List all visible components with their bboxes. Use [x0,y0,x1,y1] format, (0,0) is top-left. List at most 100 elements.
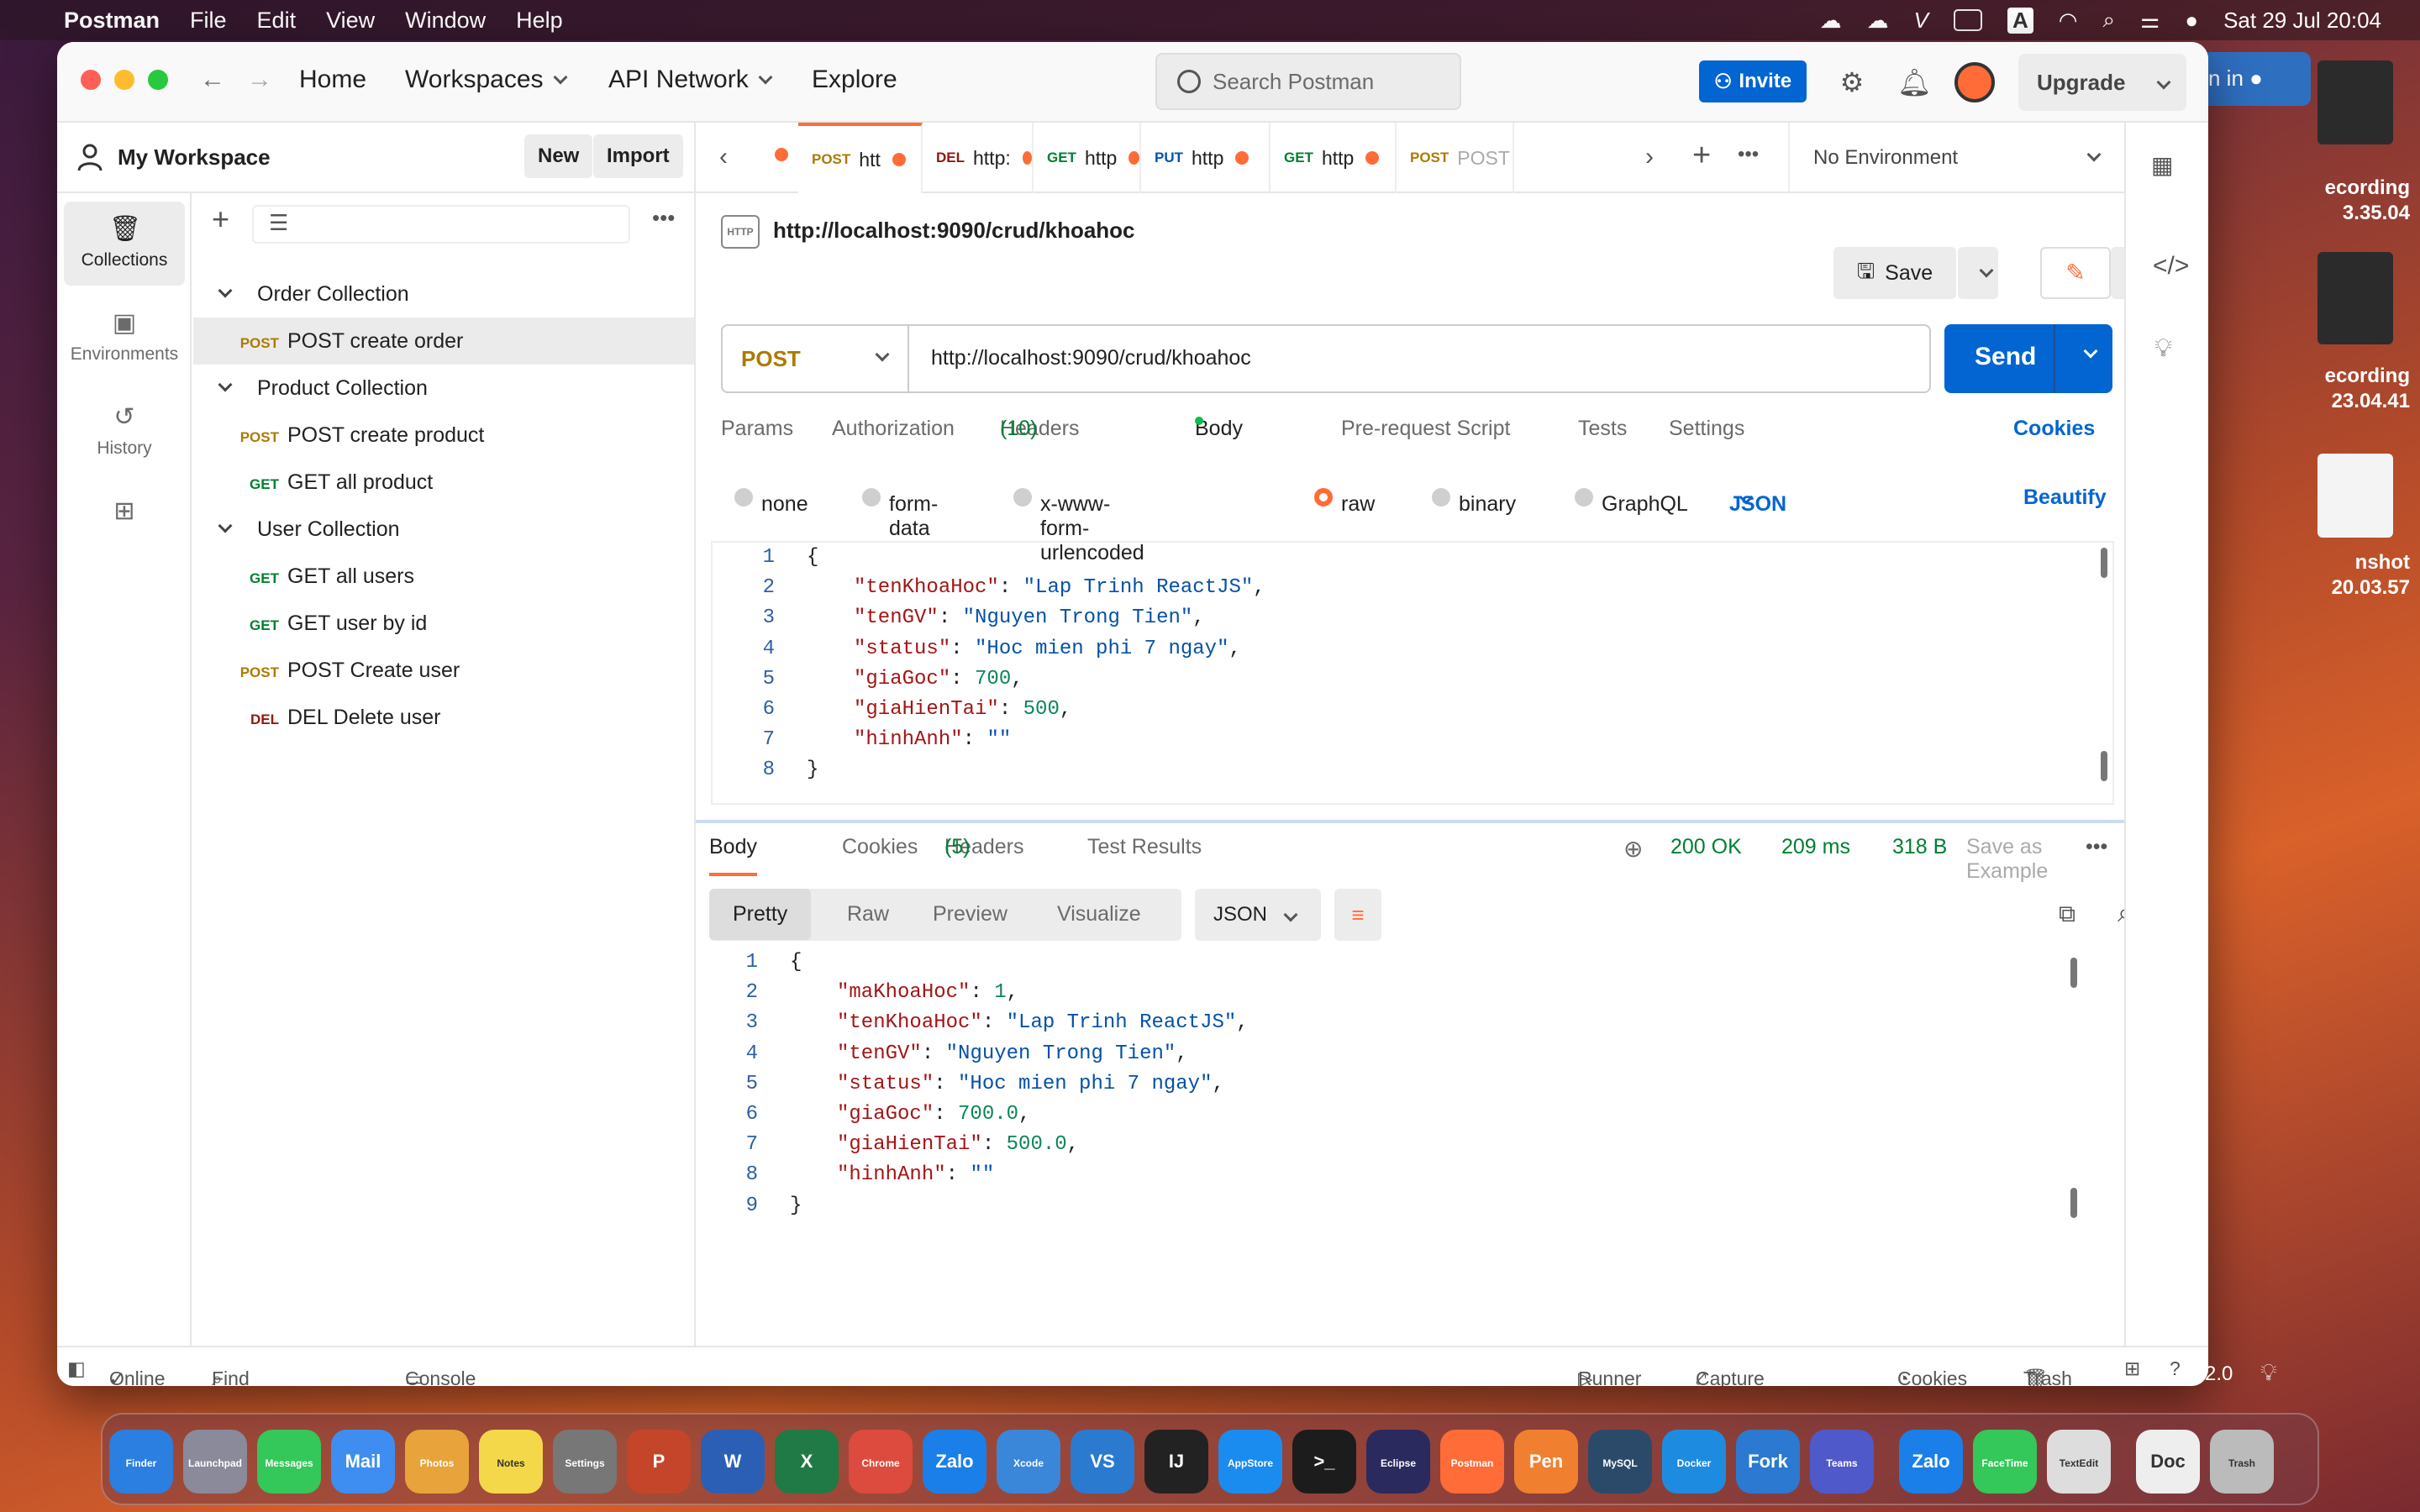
dock-app-icon[interactable]: VS [1071,1430,1134,1494]
more-options-icon[interactable]: ••• [2086,835,2107,859]
forward-arrow-icon[interactable]: → [247,66,272,94]
response-size[interactable]: 318 B [1892,835,1947,859]
upgrade-button[interactable]: Upgrade [2018,54,2186,111]
rail-more-apps[interactable]: ⊞ [64,484,185,543]
invite-button[interactable]: ⚇ Invite [1699,60,1807,102]
pane-divider[interactable] [696,820,2124,823]
dock-app-icon[interactable]: Messages [257,1430,321,1494]
dock-app-icon[interactable]: Finder [109,1430,173,1494]
scrollbar-thumb[interactable] [2070,958,2077,988]
dock-app-icon[interactable]: Eclipse [1366,1430,1430,1494]
import-button[interactable]: Import [593,134,683,178]
chevron-down-icon[interactable] [2083,344,2098,359]
body-type-raw[interactable]: raw [1314,486,1375,516]
view-preview[interactable]: Preview [933,902,1007,927]
desktop-label[interactable]: 23.04.41 [2332,390,2410,413]
request-item[interactable]: POST POST create order [193,318,694,365]
menu-help[interactable]: Help [516,8,563,34]
response-format-select[interactable]: JSON [1195,889,1321,941]
siri-icon[interactable]: ● [2185,8,2198,34]
dock-app-icon[interactable]: Launchpad [183,1430,247,1494]
lightbulb-icon[interactable]: 💡︎ [2154,334,2172,363]
dock-app-icon[interactable]: AppStore [1218,1430,1282,1494]
scrollbar-thumb[interactable] [2070,1188,2077,1218]
input-source-icon[interactable]: A [2007,7,2033,34]
request-body-editor[interactable]: 1{2 "tenKhoaHoc": "Lap Trinh ReactJS", 3 "t… [711,541,2114,805]
environment-select[interactable]: No Environment [1788,123,2124,193]
collection-folder[interactable]: Product Collection [193,365,694,412]
url-input[interactable]: http://localhost:9090/crud/khoahoc [931,346,1251,370]
body-type-binary[interactable]: binary [1432,486,1516,516]
view-raw[interactable]: Raw [847,902,889,927]
tab-authorization[interactable]: Authorization [832,417,955,441]
resp-tab-body[interactable]: Body [709,835,757,876]
settings-gear-icon[interactable]: ⚙ [1837,67,1867,97]
cookies-link[interactable]: Cookies [2013,417,2095,441]
scrollbar-thumb[interactable] [2101,548,2107,578]
body-type-graphql[interactable]: GraphQL [1575,486,1688,516]
request-item[interactable]: DEL DEL Delete user [193,694,694,741]
collection-folder[interactable]: User Collection [193,506,694,553]
dock-app-icon[interactable]: Doc [2136,1430,2200,1494]
dock-app-icon[interactable]: Postman [1440,1430,1504,1494]
recording-thumbnail[interactable] [2317,60,2393,144]
request-item[interactable]: POST POST Create user [193,647,694,694]
dock-app-icon[interactable]: Mail [331,1430,395,1494]
desktop-label[interactable]: 3.35.04 [2343,202,2410,225]
cloud-off-icon[interactable]: ☁ [1867,8,1889,34]
dock-app-icon[interactable]: P [627,1430,691,1494]
dock-app-icon[interactable]: Teams [1810,1430,1874,1494]
tab-settings[interactable]: Settings [1669,417,1744,441]
status-code[interactable]: 200 OK [1670,835,1742,859]
dock-app-icon[interactable]: Zalo [923,1430,986,1494]
more-options-icon[interactable]: ••• [652,205,675,231]
globe-icon[interactable]: ⊕ [1623,835,1643,863]
resp-tab-tests[interactable]: Test Results [1087,835,1202,859]
dock-app-icon[interactable]: X [775,1430,839,1494]
add-icon[interactable]: + [212,202,229,237]
body-type-urlencoded[interactable]: x-www-form-urlencoded [1013,486,1144,564]
dock-app-icon[interactable]: Notes [479,1430,543,1494]
dock-app-icon[interactable]: Zalo [1899,1430,1963,1494]
nav-workspaces[interactable]: Workspaces [405,66,568,94]
menu-file[interactable]: File [190,8,227,34]
request-item[interactable]: GET GET user by id [193,600,694,647]
rail-history[interactable]: ↺ History [64,390,185,474]
menu-edit[interactable]: Edit [257,8,297,34]
rail-environments[interactable]: ▣ Environments [64,296,185,380]
request-tab[interactable]: POST POST [1397,123,1514,193]
menu-window[interactable]: Window [405,8,486,34]
request-item[interactable]: GET GET all product [193,459,694,506]
search-input[interactable]: Search Postman [1155,53,1461,110]
dock-app-icon[interactable]: W [701,1430,765,1494]
zoom-window-button[interactable] [148,70,168,90]
recording-thumbnail[interactable] [2317,252,2393,344]
menu-app-name[interactable]: Postman [64,8,160,34]
request-tab[interactable]: GET http [1270,123,1397,193]
scrollbar-thumb[interactable] [2101,751,2107,781]
dock-app-icon[interactable]: >_ [1292,1430,1356,1494]
send-button[interactable]: Send [1944,324,2112,393]
view-visualize[interactable]: Visualize [1057,902,1141,927]
dock-app-icon[interactable]: TextEdit [2047,1430,2111,1494]
request-tab[interactable]: GET http [1034,123,1141,193]
tab-params[interactable]: Params [721,417,793,441]
notification-bell-icon[interactable]: 🔔︎ [1897,67,1932,97]
wifi-icon[interactable]: ◠ [2059,8,2078,34]
dock-app-icon[interactable]: Docker [1662,1430,1726,1494]
dock-app-icon[interactable]: Pen [1514,1430,1578,1494]
collection-folder[interactable]: Order Collection [193,270,694,318]
rail-collections[interactable]: 🗑︎ Collections [64,202,185,286]
method-select[interactable]: POST [723,326,909,391]
save-dropdown-button[interactable] [1958,247,1998,299]
tabs-scroll-left-icon[interactable]: ‹ [719,143,728,171]
documentation-icon[interactable]: ▦ [2151,151,2173,179]
response-time[interactable]: 209 ms [1781,835,1850,859]
minimize-window-button[interactable] [114,70,134,90]
request-tab[interactable]: DEL http: [923,123,1034,193]
dock-app-icon[interactable]: Xcode [997,1430,1060,1494]
desktop-label[interactable]: ecording [2325,176,2410,200]
new-button[interactable]: New [524,134,593,178]
cloud-sync-icon[interactable]: ☁ [1820,8,1842,34]
tab-options-icon[interactable]: ••• [1738,143,1759,166]
